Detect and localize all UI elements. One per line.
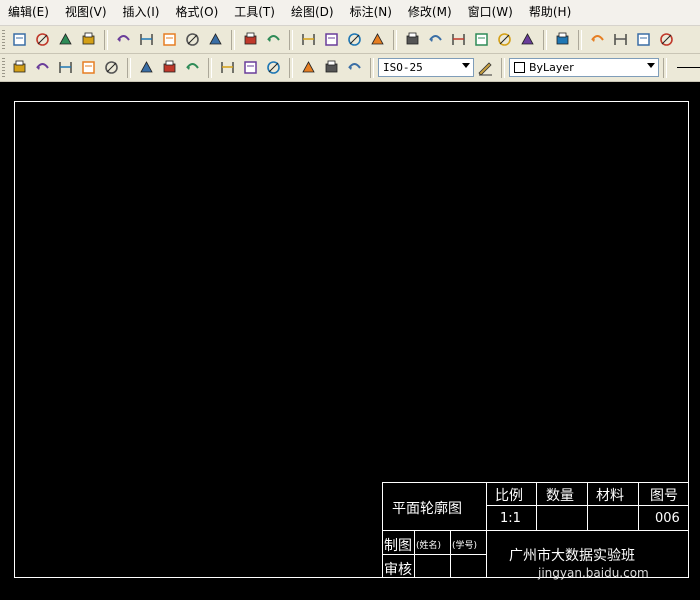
plot-icon[interactable] xyxy=(10,30,29,49)
block-editor-icon[interactable] xyxy=(206,30,225,49)
menu-insert[interactable]: 插入(I) xyxy=(115,0,168,25)
standard-toolbar xyxy=(0,26,700,54)
3d-box-icon[interactable] xyxy=(657,30,676,49)
toolbar-separator xyxy=(393,29,397,50)
paste-icon[interactable] xyxy=(160,30,179,49)
orbit-free-icon[interactable] xyxy=(611,30,630,49)
tb-line xyxy=(414,530,415,578)
tool-palettes-icon[interactable] xyxy=(449,30,468,49)
toolbar-separator xyxy=(104,29,108,50)
menu-window[interactable]: 窗口(W) xyxy=(460,0,521,25)
toolbar-separator xyxy=(231,29,235,50)
tb-line xyxy=(587,482,588,530)
chevron-down-icon xyxy=(647,63,655,68)
dimension-toolbar: ISO-25 ByLayer xyxy=(0,54,700,82)
dim-jogged-icon[interactable] xyxy=(56,58,75,77)
layer-color-value: ByLayer xyxy=(529,61,574,74)
help-icon[interactable] xyxy=(553,30,572,49)
menu-edit[interactable]: 编辑(E) xyxy=(0,0,57,25)
markup-icon[interactable] xyxy=(495,30,514,49)
publish-icon[interactable] xyxy=(56,30,75,49)
menu-modify[interactable]: 修改(M) xyxy=(400,0,460,25)
dim-ordinate-icon[interactable] xyxy=(10,58,29,77)
menu-help[interactable]: 帮助(H) xyxy=(521,0,579,25)
dim-angular-icon[interactable] xyxy=(102,58,121,77)
reviewed-by-label: 审核 xyxy=(384,562,412,578)
drawing-canvas[interactable]: 平面轮廓图 比例 数量 材料 图号 1:1 006 制图 (姓名) (学号) 审… xyxy=(0,82,700,600)
dim-diameter-icon[interactable] xyxy=(79,58,98,77)
zoom-realtime-icon[interactable] xyxy=(322,30,341,49)
scale-value: 1:1 xyxy=(500,511,521,526)
calculator-icon[interactable] xyxy=(518,30,537,49)
watermark-text: jingyan.baidu.com xyxy=(538,566,649,580)
dim-text-edit-icon[interactable] xyxy=(322,58,341,77)
globe-icon[interactable] xyxy=(79,30,98,49)
color-swatch-icon xyxy=(514,62,525,73)
plot-preview-icon[interactable] xyxy=(33,30,52,49)
title-block-title: 平面轮廓图 xyxy=(392,501,462,517)
dim-baseline-icon[interactable] xyxy=(160,58,179,77)
orbit-icon[interactable] xyxy=(588,30,607,49)
toolbar-separator xyxy=(663,57,667,78)
toolbar-separator xyxy=(289,29,293,50)
sheet-set-icon[interactable] xyxy=(472,30,491,49)
drawn-by-label: 制图 xyxy=(384,538,412,554)
quantity-label: 数量 xyxy=(546,488,574,504)
toolbar-separator xyxy=(127,57,131,78)
linetype-sample[interactable] xyxy=(677,67,700,68)
dim-update-icon[interactable] xyxy=(345,58,364,77)
menu-draw[interactable]: 绘图(D) xyxy=(283,0,342,25)
cut-icon[interactable] xyxy=(114,30,133,49)
student-id-field: (学号) xyxy=(452,541,478,551)
menu-format[interactable]: 格式(O) xyxy=(167,0,226,25)
name-field: (姓名) xyxy=(416,541,442,551)
toolbar-grip[interactable] xyxy=(2,57,5,78)
tb-line xyxy=(638,482,639,530)
dim-radius-icon[interactable] xyxy=(33,58,52,77)
menu-view[interactable]: 视图(V) xyxy=(57,0,115,25)
dim-style-select[interactable]: ISO-25 xyxy=(378,58,474,77)
scale-label: 比例 xyxy=(495,488,523,504)
design-center-icon[interactable] xyxy=(426,30,445,49)
quick-dim-icon[interactable] xyxy=(137,58,156,77)
dim-style-value: ISO-25 xyxy=(383,61,423,74)
tb-line xyxy=(536,482,537,530)
tb-line xyxy=(382,530,689,531)
tb-line xyxy=(382,482,383,578)
menu-bar: 编辑(E) 视图(V) 插入(I) 格式(O) 工具(T) 绘图(D) 标注(N… xyxy=(0,0,700,26)
toolbar-separator xyxy=(578,29,582,50)
pan-icon[interactable] xyxy=(299,30,318,49)
chevron-down-icon xyxy=(462,63,470,68)
tolerance-icon[interactable] xyxy=(241,58,260,77)
menu-dimension[interactable]: 标注(N) xyxy=(342,0,400,25)
dim-edit-icon[interactable] xyxy=(299,58,318,77)
school-name: 广州市大数据实验班 xyxy=(509,548,635,564)
redo-icon[interactable] xyxy=(264,30,283,49)
drawing-number-value: 006 xyxy=(655,511,680,526)
toolbar-separator xyxy=(543,29,547,50)
center-mark-icon[interactable] xyxy=(264,58,283,77)
material-label: 材料 xyxy=(596,488,624,504)
toolbar-separator xyxy=(208,57,212,78)
drawing-number-label: 图号 xyxy=(650,488,678,504)
copy-icon[interactable] xyxy=(137,30,156,49)
zoom-window-icon[interactable] xyxy=(345,30,364,49)
tb-line xyxy=(450,530,451,578)
tb-line xyxy=(486,482,487,578)
dimension-icons xyxy=(0,57,366,78)
toolbar-separator xyxy=(289,57,293,78)
undo-icon[interactable] xyxy=(241,30,260,49)
orbit-continuous-icon[interactable] xyxy=(634,30,653,49)
properties-icon[interactable] xyxy=(403,30,422,49)
dim-continue-icon[interactable] xyxy=(183,58,202,77)
menu-tools[interactable]: 工具(T) xyxy=(226,0,283,25)
toolbar-separator xyxy=(501,57,505,78)
zoom-previous-icon[interactable] xyxy=(368,30,387,49)
match-properties-icon[interactable] xyxy=(183,30,202,49)
layer-color-select[interactable]: ByLayer xyxy=(509,58,659,77)
toolbar-grip[interactable] xyxy=(2,29,5,50)
dim-style-manager-icon[interactable] xyxy=(476,58,495,77)
toolbar-separator xyxy=(370,57,374,78)
quick-leader-icon[interactable] xyxy=(218,58,237,77)
